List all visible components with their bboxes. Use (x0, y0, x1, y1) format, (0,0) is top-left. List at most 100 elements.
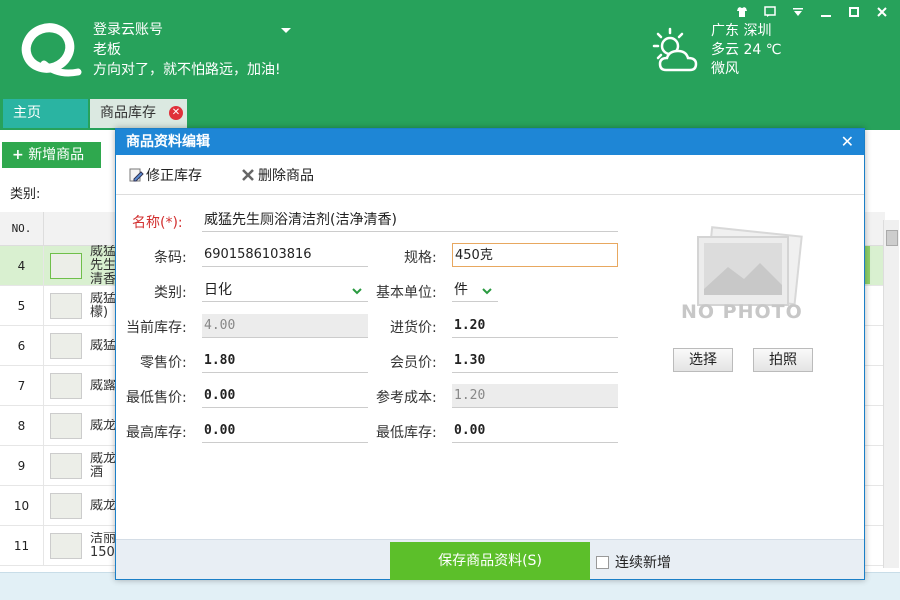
skin-icon[interactable] (732, 4, 752, 20)
plus-icon: + (12, 147, 24, 163)
row-no: 6 (0, 325, 44, 366)
category-value: 日化 (204, 282, 232, 298)
row-name: 威龙 (90, 418, 116, 433)
row-no: 9 (0, 445, 44, 486)
scrollbar-thumb[interactable] (886, 230, 898, 246)
edit-doc-icon (129, 168, 144, 181)
save-product-button[interactable]: 保存商品资料(S) (390, 542, 590, 580)
min-price-label: 最低售价: (126, 390, 187, 406)
row-no: 10 (0, 485, 44, 526)
current-stock-field: 4.00 (202, 314, 368, 338)
capture-photo-button[interactable]: 拍照 (753, 348, 813, 372)
add-product-label: 新增商品 (28, 147, 85, 163)
tab-close-icon[interactable]: ✕ (169, 106, 183, 120)
category-filter-label: 类别: (10, 187, 41, 202)
tab-inventory-label: 商品库存 (100, 105, 156, 121)
tab-inventory[interactable]: 商品库存 ✕ (90, 99, 187, 128)
tab-home[interactable]: 主页 (3, 99, 88, 128)
min-stock-label: 最低库存: (376, 425, 437, 441)
user-block: 登录云账号 老板 方向对了，就不怕路远，加油! (93, 20, 291, 80)
dialog-title-bar: 商品资料编辑 ✕ (116, 129, 864, 155)
retail-price-label: 零售价: (140, 355, 187, 371)
row-no: 8 (0, 405, 44, 446)
min-price-field[interactable]: 0.00 (202, 384, 368, 408)
weather-condition: 多云 24 ℃ (711, 42, 782, 58)
delete-product-button[interactable]: 删除商品 (240, 165, 314, 185)
unit-label: 基本单位: (376, 285, 437, 301)
image-placeholder-icon (50, 452, 82, 479)
chevron-down-icon[interactable] (482, 286, 492, 296)
row-no: 7 (0, 365, 44, 406)
spec-label: 规格: (404, 250, 437, 266)
dialog-toolbar: 修正库存 删除商品 (116, 155, 864, 195)
member-price-label: 会员价: (390, 355, 437, 371)
row-no: 4 (0, 245, 44, 286)
slogan: 方向对了，就不怕路远，加油! (93, 62, 281, 78)
weather-info: 广东 深圳 多云 24 ℃ 微风 (711, 22, 781, 79)
no-photo-text: NO PHOTO (681, 301, 803, 323)
chevron-down-icon[interactable] (352, 286, 362, 296)
maximize-icon[interactable] (844, 4, 864, 20)
row-name: 洁丽 150 (90, 531, 116, 560)
row-name: 威猛先生 清香 (90, 244, 116, 287)
spec-field[interactable]: 450克 (452, 243, 618, 267)
category-select[interactable]: 日化 (202, 278, 368, 302)
row-name: 威猛 檬) (90, 291, 116, 320)
row-no: 5 (0, 285, 44, 326)
image-placeholder-icon (50, 372, 82, 399)
column-no: NO. (0, 212, 44, 245)
checkbox-box[interactable] (596, 555, 609, 569)
minimize-icon[interactable] (816, 4, 836, 20)
row-name: 威龙 酒 (90, 451, 116, 480)
row-name: 威龙 (90, 498, 116, 513)
purchase-price-field[interactable]: 1.20 (452, 314, 618, 338)
partly-cloudy-icon (648, 26, 702, 76)
tab-bar: 主页 商品库存 ✕ (3, 99, 187, 128)
image-placeholder-icon (50, 292, 82, 319)
menu-icon[interactable] (788, 4, 808, 20)
vertical-scrollbar[interactable] (883, 220, 899, 568)
weather-location: 广东 深圳 (711, 23, 772, 39)
chevron-down-icon[interactable] (281, 27, 291, 33)
image-placeholder-icon (50, 492, 82, 519)
ref-cost-label: 参考成本: (376, 390, 437, 406)
dialog-footer: 保存商品资料(S) 连续新增 (116, 539, 864, 580)
category-label: 类别: (154, 285, 187, 301)
unit-value: 件 (454, 282, 468, 298)
app-header: 登录云账号 老板 方向对了，就不怕路远，加油! 广东 深圳 多云 24 ℃ 微风 (0, 0, 900, 128)
feedback-icon[interactable] (760, 4, 780, 20)
continuous-add-label: 连续新增 (615, 555, 671, 571)
weather-wind: 微风 (711, 61, 739, 77)
image-placeholder-icon (50, 412, 82, 439)
product-edit-dialog: 商品资料编辑 ✕ 修正库存 删除商品 名称(*): 威猛先生厕浴清洁剂(洁净清香… (115, 128, 865, 580)
dialog-title: 商品资料编辑 (126, 134, 210, 150)
select-photo-button[interactable]: 选择 (673, 348, 733, 372)
barcode-field[interactable]: 6901586103816 (202, 243, 368, 267)
max-stock-field[interactable]: 0.00 (202, 419, 368, 443)
name-field[interactable]: 威猛先生厕浴清洁剂(洁净清香) (202, 208, 618, 232)
row-name: 威猛 (90, 338, 116, 353)
delete-icon (242, 168, 254, 181)
purchase-price-label: 进货价: (390, 320, 437, 336)
close-icon[interactable] (872, 4, 892, 20)
image-placeholder-icon (50, 532, 82, 559)
fix-stock-button[interactable]: 修正库存 (128, 165, 202, 185)
retail-price-field[interactable]: 1.80 (202, 349, 368, 373)
image-placeholder-icon (50, 252, 82, 279)
continuous-add-checkbox[interactable]: 连续新增 (596, 552, 671, 572)
row-name: 威露 (90, 378, 116, 393)
delete-product-label: 删除商品 (258, 167, 314, 184)
min-stock-field[interactable]: 0.00 (452, 419, 618, 443)
barcode-label: 条码: (154, 250, 187, 266)
current-stock-label: 当前库存: (126, 320, 187, 336)
app-logo (18, 18, 82, 82)
add-product-button[interactable]: + 新增商品 (2, 142, 101, 168)
cloud-login-link[interactable]: 登录云账号 (93, 20, 163, 40)
member-price-field[interactable]: 1.30 (452, 349, 618, 373)
dialog-close-icon[interactable]: ✕ (841, 129, 854, 155)
row-no: 11 (0, 525, 44, 566)
user-name: 老板 (93, 42, 121, 58)
max-stock-label: 最高库存: (126, 425, 187, 441)
window-controls (732, 4, 892, 20)
fix-stock-label: 修正库存 (146, 167, 202, 184)
